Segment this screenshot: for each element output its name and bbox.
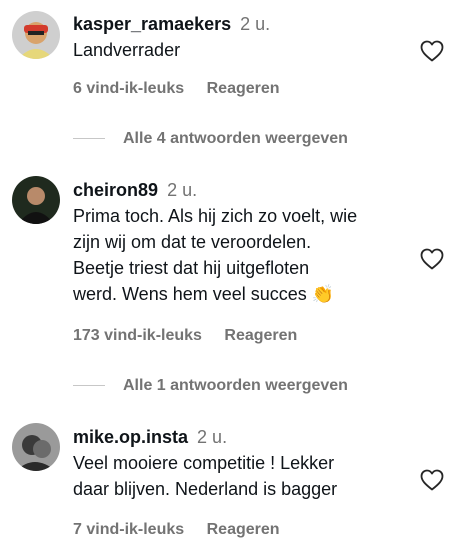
- username[interactable]: mike.op.insta: [73, 427, 188, 447]
- comment-text-line: daar blijven. Nederland is bagger: [73, 479, 338, 499]
- comment-text-line: zijn wij om dat te veroordelen.: [73, 232, 312, 252]
- divider-line: [73, 385, 105, 387]
- heart-outline-icon[interactable]: [420, 469, 444, 491]
- heart-outline-icon[interactable]: [420, 248, 444, 270]
- comment-text-line: Beetje triest dat hij uitgefloten: [73, 258, 310, 278]
- reply-button[interactable]: Reageren: [207, 80, 280, 98]
- avatar[interactable]: [12, 176, 60, 224]
- comment-text: Veel mooiere competitie ! Lekker daar bl…: [73, 450, 406, 502]
- view-replies-button[interactable]: Alle 4 antwoorden weergeven: [73, 130, 348, 148]
- view-replies-label: Alle 4 antwoorden weergeven: [123, 130, 348, 147]
- avatar[interactable]: [12, 11, 60, 59]
- comment-text: Prima toch. Als hij zich zo voelt, wie z…: [73, 203, 406, 307]
- view-replies-label: Alle 1 antwoorden weergeven: [123, 377, 348, 394]
- timestamp: 2 u.: [197, 427, 228, 447]
- username[interactable]: kasper_ramaekers: [73, 14, 231, 34]
- divider-line: [73, 138, 105, 140]
- avatar[interactable]: [12, 423, 60, 471]
- timestamp: 2 u.: [167, 180, 198, 200]
- like-count[interactable]: 6 vind-ik-leuks: [73, 80, 184, 98]
- comment-text-line: Prima toch. Als hij zich zo voelt, wie: [73, 206, 358, 226]
- reply-button[interactable]: Reageren: [224, 327, 297, 345]
- username[interactable]: cheiron89: [73, 180, 158, 200]
- view-replies-button[interactable]: Alle 1 antwoorden weergeven: [73, 377, 348, 395]
- comment-text-line: Veel mooiere competitie ! Lekker: [73, 453, 335, 473]
- like-count[interactable]: 7 vind-ik-leuks: [73, 521, 184, 539]
- comment-text: Landverrader: [73, 40, 181, 60]
- comment-text-line: werd. Wens hem veel succes: [73, 284, 307, 304]
- heart-outline-icon[interactable]: [420, 40, 444, 62]
- reply-button[interactable]: Reageren: [207, 521, 280, 539]
- like-count[interactable]: 173 vind-ik-leuks: [73, 327, 202, 345]
- clapping-hands-emoji: 👏: [311, 284, 335, 304]
- timestamp: 2 u.: [240, 14, 271, 34]
